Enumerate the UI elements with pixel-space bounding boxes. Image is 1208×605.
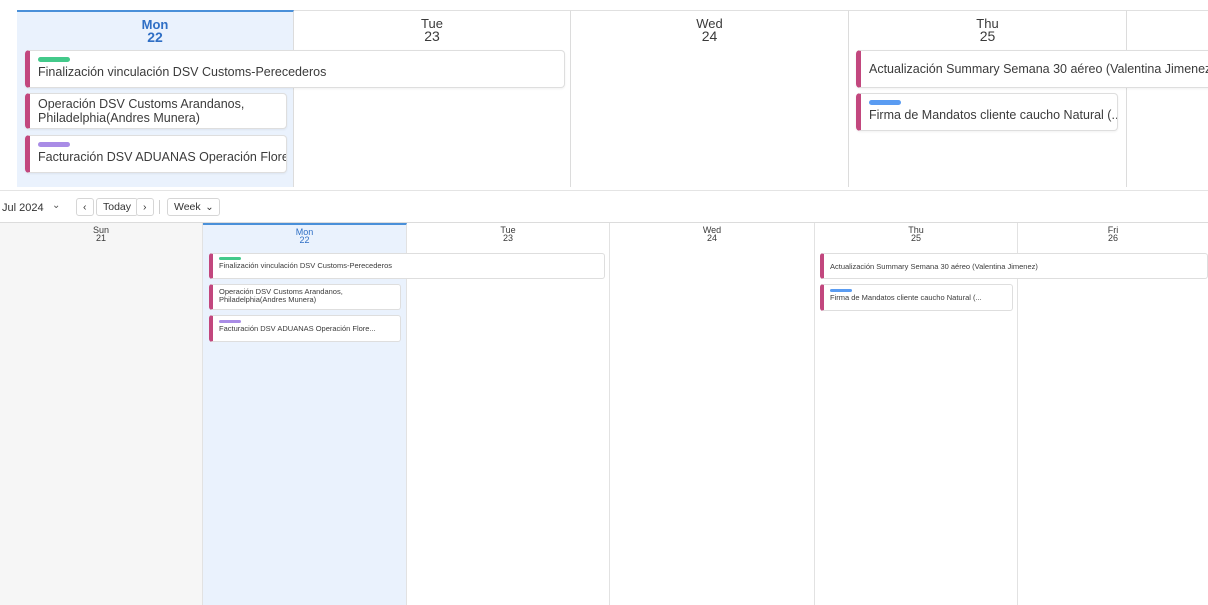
day-column-tue[interactable]: Tue 23 (407, 223, 610, 605)
event-card[interactable]: Firma de Mandatos cliente caucho Natural… (820, 284, 1013, 311)
event-title: Finalización vinculación DSV Customs-Per… (38, 65, 327, 79)
zoom-day-column-wed[interactable]: Wed 24 (571, 10, 849, 187)
day-number: 23 (502, 233, 513, 243)
zoom-day-header-mon[interactable]: Mon 22 (17, 12, 293, 44)
day-number: 23 (424, 28, 440, 44)
day-header-wed[interactable]: Wed 24 (610, 223, 814, 243)
day-column-thu[interactable]: Thu 25 (815, 223, 1018, 605)
event-title: Facturación DSV ADUANAS Operación Flore.… (219, 324, 376, 333)
day-header-sun[interactable]: Sun 21 (0, 223, 202, 243)
event-title: Actualización Summary Semana 30 aéreo (V… (869, 62, 1208, 76)
zoom-day-column-tue[interactable]: Tue 23 (294, 10, 571, 187)
category-tag (830, 289, 852, 292)
event-title: Operación DSV Customs Arandanos, Philade… (219, 287, 343, 304)
toolbar-divider (159, 200, 160, 214)
event-card[interactable]: Operación DSV Customs Arandanos, Philade… (25, 93, 287, 129)
event-title: Facturación DSV ADUANAS Operación Flore.… (38, 150, 287, 164)
zoomed-week-view: Mon 22 Tue 23 Wed 24 Thu 25 Finalización… (0, 0, 1208, 191)
event-card[interactable]: Actualización Summary Semana 30 aéreo (V… (820, 253, 1208, 279)
today-button[interactable]: Today (96, 198, 139, 216)
category-tag (219, 320, 241, 323)
day-number: 22 (147, 29, 163, 45)
view-label: Week (174, 201, 201, 213)
day-number: 25 (979, 28, 996, 44)
category-tag (38, 57, 70, 62)
day-column-sun[interactable]: Sun 21 (0, 223, 203, 605)
category-tag (869, 100, 901, 105)
event-card[interactable]: Finalización vinculación DSV Customs-Per… (25, 50, 565, 88)
next-week-button[interactable]: › (136, 198, 154, 216)
day-number: 21 (95, 233, 106, 243)
event-card[interactable]: Operación DSV Customs Arandanos, Philade… (209, 284, 401, 310)
zoom-day-column-fri[interactable] (1127, 10, 1208, 187)
day-number: 25 (910, 233, 921, 243)
day-header-thu[interactable]: Thu 25 (815, 223, 1017, 243)
event-card[interactable]: Actualización Summary Semana 30 aéreo (V… (856, 50, 1208, 88)
event-title: Firma de Mandatos cliente caucho Natural… (869, 108, 1118, 122)
event-title: Finalización vinculación DSV Customs-Per… (219, 261, 392, 270)
event-title: Actualización Summary Semana 30 aéreo (V… (830, 262, 1038, 271)
day-header-tue[interactable]: Tue 23 (407, 223, 609, 243)
day-column-fri[interactable]: Fri 26 (1018, 223, 1208, 605)
day-column-mon[interactable]: Mon 22 (203, 223, 407, 605)
view-chevron-down-icon: ⌄ (205, 202, 214, 213)
month-label[interactable]: Jul 2024 (2, 202, 44, 214)
day-number: 24 (706, 233, 717, 243)
category-tag (38, 142, 70, 147)
event-card[interactable]: Firma de Mandatos cliente caucho Natural… (856, 93, 1118, 131)
zoom-day-header-thu[interactable]: Thu 25 (849, 11, 1126, 43)
view-select[interactable]: Week ⌄ (167, 198, 220, 216)
zoom-day-header-wed[interactable]: Wed 24 (571, 11, 848, 43)
event-title: Firma de Mandatos cliente caucho Natural… (830, 293, 982, 302)
day-header-fri[interactable]: Fri 26 (1018, 223, 1208, 243)
event-card[interactable]: Facturación DSV ADUANAS Operación Flore.… (25, 135, 287, 173)
prev-week-button[interactable]: ‹ (76, 198, 94, 216)
day-number: 24 (701, 28, 718, 44)
category-tag (219, 257, 241, 260)
month-chevron-down-icon[interactable]: ⌄ (52, 200, 60, 211)
event-title: Operación DSV Customs Arandanos, Philade… (38, 97, 245, 125)
day-column-wed[interactable]: Wed 24 (610, 223, 815, 605)
day-number: 22 (299, 235, 310, 245)
event-card[interactable]: Finalización vinculación DSV Customs-Per… (209, 253, 605, 279)
week-grid: Sun 21 Mon 22 Tue 23 Wed 24 Thu 25 Fri 2… (0, 222, 1208, 605)
calendar-toolbar: Jul 2024 ⌄ ‹ Today › Week ⌄ (0, 197, 1208, 219)
day-header-mon[interactable]: Mon 22 (203, 225, 406, 245)
event-card[interactable]: Facturación DSV ADUANAS Operación Flore.… (209, 315, 401, 342)
day-number: 26 (1107, 233, 1118, 243)
zoom-day-header-tue[interactable]: Tue 23 (294, 11, 570, 43)
